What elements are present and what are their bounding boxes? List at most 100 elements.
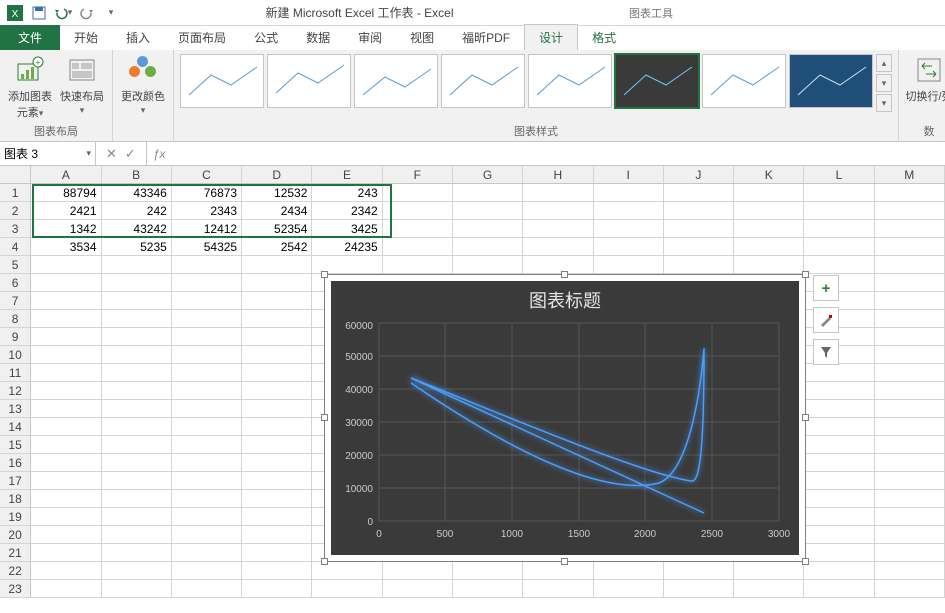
- cell[interactable]: [172, 418, 242, 436]
- cell[interactable]: [875, 274, 945, 292]
- cell[interactable]: 1342: [31, 220, 101, 238]
- cell[interactable]: [875, 418, 945, 436]
- colhead-J[interactable]: J: [664, 166, 734, 183]
- quick-layout-button[interactable]: 快速布局▾: [58, 54, 106, 116]
- cell[interactable]: [664, 256, 734, 274]
- cell[interactable]: [804, 490, 874, 508]
- cell[interactable]: [172, 580, 242, 598]
- colhead-A[interactable]: A: [31, 166, 101, 183]
- colhead-K[interactable]: K: [734, 166, 804, 183]
- cell[interactable]: [242, 292, 312, 310]
- cell[interactable]: [31, 328, 101, 346]
- cell[interactable]: [172, 310, 242, 328]
- excel-app-icon[interactable]: X: [4, 2, 26, 24]
- cell[interactable]: [31, 292, 101, 310]
- cell[interactable]: 243: [312, 184, 382, 202]
- rowhead-7[interactable]: 7: [0, 292, 31, 310]
- cell[interactable]: [804, 544, 874, 562]
- cell[interactable]: [453, 184, 523, 202]
- cell[interactable]: [31, 418, 101, 436]
- cell[interactable]: [102, 454, 172, 472]
- formula-enter-button[interactable]: ✓: [125, 146, 136, 162]
- cell[interactable]: [102, 292, 172, 310]
- cell[interactable]: [102, 508, 172, 526]
- cell[interactable]: [804, 580, 874, 598]
- tab-chart-design[interactable]: 设计: [524, 24, 578, 50]
- cell[interactable]: [594, 184, 664, 202]
- cell[interactable]: [102, 418, 172, 436]
- formula-cancel-button[interactable]: ✕: [106, 146, 117, 162]
- rowhead-18[interactable]: 18: [0, 490, 31, 508]
- cell[interactable]: 43242: [102, 220, 172, 238]
- cell[interactable]: [172, 508, 242, 526]
- rowhead-5[interactable]: 5: [0, 256, 31, 274]
- cell[interactable]: 2542: [242, 238, 312, 256]
- cell[interactable]: [734, 184, 804, 202]
- cell[interactable]: 3425: [312, 220, 382, 238]
- cell[interactable]: [172, 292, 242, 310]
- cell[interactable]: [875, 310, 945, 328]
- cell[interactable]: [31, 544, 101, 562]
- tab-review[interactable]: 审阅: [344, 25, 396, 50]
- cell[interactable]: [875, 490, 945, 508]
- cell[interactable]: [594, 202, 664, 220]
- cell[interactable]: [804, 526, 874, 544]
- cell[interactable]: [102, 256, 172, 274]
- rowhead-16[interactable]: 16: [0, 454, 31, 472]
- cell[interactable]: [875, 454, 945, 472]
- colhead-D[interactable]: D: [242, 166, 312, 183]
- rowhead-6[interactable]: 6: [0, 274, 31, 292]
- cell[interactable]: [875, 220, 945, 238]
- chart-style-1[interactable]: [180, 54, 264, 108]
- cell[interactable]: [453, 202, 523, 220]
- cell[interactable]: [383, 220, 453, 238]
- cell[interactable]: [102, 544, 172, 562]
- cell[interactable]: [242, 364, 312, 382]
- rowhead-12[interactable]: 12: [0, 382, 31, 400]
- cell[interactable]: [875, 238, 945, 256]
- cell[interactable]: [172, 400, 242, 418]
- cell[interactable]: [875, 562, 945, 580]
- cell[interactable]: [523, 580, 593, 598]
- cell[interactable]: 3534: [31, 238, 101, 256]
- cell[interactable]: [875, 544, 945, 562]
- cell[interactable]: [242, 346, 312, 364]
- cell[interactable]: [242, 472, 312, 490]
- cell[interactable]: [875, 346, 945, 364]
- cell[interactable]: [875, 400, 945, 418]
- name-box-dropdown[interactable]: ▾: [86, 148, 91, 159]
- cell[interactable]: 2434: [242, 202, 312, 220]
- colhead-L[interactable]: L: [804, 166, 874, 183]
- cell[interactable]: [172, 256, 242, 274]
- cell[interactable]: [875, 364, 945, 382]
- redo-button[interactable]: [76, 2, 98, 24]
- chart-filters-button[interactable]: [813, 339, 839, 365]
- cell[interactable]: 242: [102, 202, 172, 220]
- cell[interactable]: [804, 508, 874, 526]
- cell[interactable]: 12532: [242, 184, 312, 202]
- cell[interactable]: [242, 562, 312, 580]
- chart-style-4[interactable]: [441, 54, 525, 108]
- cell[interactable]: [664, 238, 734, 256]
- cell[interactable]: [102, 562, 172, 580]
- cell[interactable]: [242, 436, 312, 454]
- rowhead-20[interactable]: 20: [0, 526, 31, 544]
- cell[interactable]: [804, 400, 874, 418]
- cell[interactable]: [875, 382, 945, 400]
- cell[interactable]: 24235: [312, 238, 382, 256]
- embedded-chart[interactable]: 图表标题: [324, 274, 806, 562]
- cell[interactable]: [242, 310, 312, 328]
- chart-style-5[interactable]: [528, 54, 612, 108]
- cell[interactable]: 2343: [172, 202, 242, 220]
- cell[interactable]: [242, 328, 312, 346]
- cell[interactable]: [594, 562, 664, 580]
- cell[interactable]: [875, 256, 945, 274]
- cell[interactable]: 52354: [242, 220, 312, 238]
- cell[interactable]: [523, 256, 593, 274]
- cell[interactable]: [594, 238, 664, 256]
- cell[interactable]: [31, 310, 101, 328]
- cell[interactable]: [734, 256, 804, 274]
- cell[interactable]: [734, 562, 804, 580]
- cell[interactable]: [172, 382, 242, 400]
- save-button[interactable]: [28, 2, 50, 24]
